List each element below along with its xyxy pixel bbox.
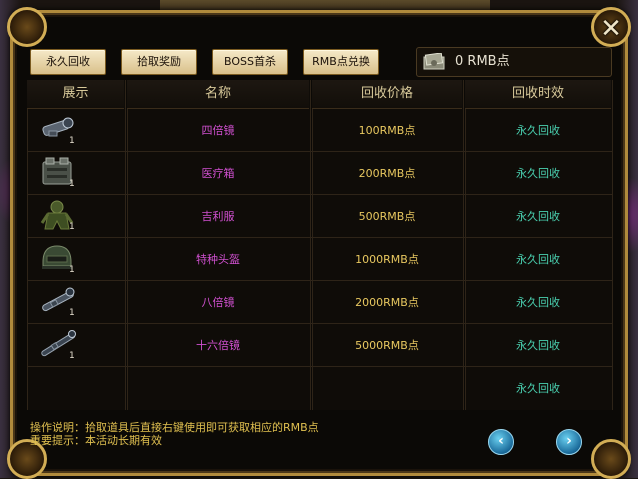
item-name: 吉利服	[201, 210, 235, 223]
frame-corner-ornament	[591, 439, 631, 479]
table-row: 1 吉利服 500RMB点 永久回收	[27, 195, 613, 238]
item-quantity: 1	[69, 308, 75, 318]
item-quantity: 1	[69, 351, 75, 361]
scope-8x-icon[interactable]	[37, 285, 87, 323]
item-name: 八倍镜	[201, 296, 235, 309]
item-price: 200RMB点	[358, 167, 416, 180]
helmet-icon[interactable]	[37, 242, 87, 280]
table-row: 1 四倍镜 100RMB点 永久回收	[27, 109, 613, 152]
money-icon	[423, 53, 445, 70]
instructions: 操作说明：拾取道具后直接右键使用即可获取相应的RMB点 重要提示：本活动长期有效	[30, 421, 319, 447]
item-quantity: 1	[69, 222, 75, 232]
medkit-icon[interactable]	[37, 156, 87, 194]
item-time: 永久回收	[516, 382, 560, 395]
table-row: 1 十六倍镜 5000RMB点 永久回收	[27, 324, 613, 367]
item-quantity: 1	[69, 179, 75, 189]
item-time: 永久回收	[516, 167, 560, 180]
tab-rmb-exchange[interactable]: RMB点兑换	[303, 49, 379, 75]
scope-4x-icon[interactable]	[37, 113, 87, 151]
item-quantity: 1	[69, 265, 75, 275]
item-time: 永久回收	[516, 124, 560, 137]
item-price: 2000RMB点	[355, 296, 419, 309]
instruction-line: 操作说明：拾取道具后直接右键使用即可获取相应的RMB点	[30, 421, 319, 434]
close-icon[interactable]: ✕	[596, 14, 626, 44]
item-time: 永久回收	[516, 296, 560, 309]
header-price: 回收价格	[312, 80, 462, 109]
item-price: 100RMB点	[358, 124, 416, 137]
item-name: 十六倍镜	[196, 339, 240, 352]
table-row: 1 八倍镜 2000RMB点 永久回收	[27, 281, 613, 324]
item-price	[312, 367, 462, 410]
next-page-button[interactable]: ›	[556, 429, 582, 455]
ghillie-suit-icon[interactable]	[37, 199, 87, 237]
table-row: 1 医疗箱 200RMB点 永久回收	[27, 152, 613, 195]
item-time: 永久回收	[516, 210, 560, 223]
tab-boss-first-kill[interactable]: BOSS首杀	[212, 49, 288, 75]
toolbar: 永久回收 拾取奖励 BOSS首杀 RMB点兑换 0 RMB点	[28, 47, 612, 79]
important-notice: 重要提示：本活动长期有效	[30, 434, 162, 447]
item-name: 四倍镜	[201, 124, 235, 137]
tab-pickup-reward[interactable]: 拾取奖励	[121, 49, 197, 75]
rmb-balance-text: 0 RMB点	[455, 48, 510, 76]
prev-page-button[interactable]: ‹	[488, 429, 514, 455]
header-display: 展示	[27, 80, 124, 109]
header-time: 回收时效	[465, 80, 611, 109]
rmb-balance: 0 RMB点	[416, 47, 612, 77]
item-time: 永久回收	[516, 339, 560, 352]
table-row: 永久回收	[27, 367, 613, 410]
item-name: 医疗箱	[201, 167, 235, 180]
item-price: 5000RMB点	[355, 339, 419, 352]
item-name	[127, 367, 309, 410]
item-price: 500RMB点	[358, 210, 416, 223]
table-row: 1 特种头盔 1000RMB点 永久回收	[27, 238, 613, 281]
header-name: 名称	[127, 80, 309, 109]
rmb-balance-unit: RMB点	[467, 54, 510, 69]
item-price: 1000RMB点	[355, 253, 419, 266]
item-name: 特种头盔	[196, 253, 240, 266]
recycle-table: 展示 名称 回收价格 回收时效 1 四倍镜 100RMB点 永久回收 1 医疗箱…	[27, 80, 613, 410]
tab-permanent-recycle[interactable]: 永久回收	[30, 49, 106, 75]
frame-corner-ornament	[7, 7, 47, 47]
scope-16x-icon[interactable]	[37, 328, 87, 366]
item-quantity: 1	[69, 136, 75, 146]
rmb-balance-value: 0	[455, 54, 464, 69]
item-time: 永久回收	[516, 253, 560, 266]
